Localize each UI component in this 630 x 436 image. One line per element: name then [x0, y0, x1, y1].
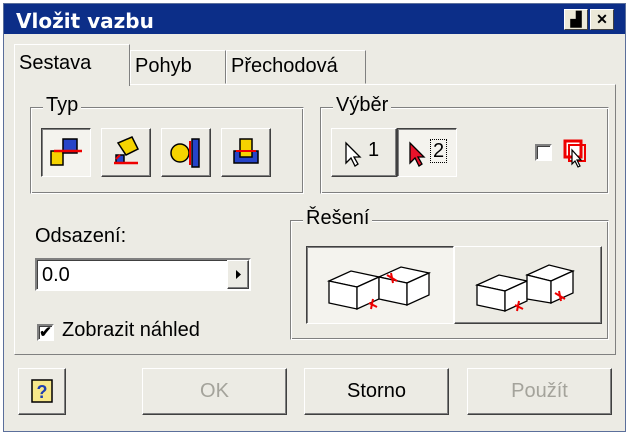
dialog-window: Vložit vazbu ▟ ✕ Sestava Pohyb Přechodov… [3, 3, 626, 432]
select-2-button[interactable]: 2 [397, 128, 457, 177]
odsazeni-arrow-button[interactable] [227, 260, 249, 289]
first-occurrence-icon [563, 139, 586, 168]
vyber-label: Výběr [333, 94, 392, 117]
typ-label: Typ [43, 94, 82, 117]
tangent-button[interactable] [161, 128, 211, 177]
ok-button[interactable]: OK [142, 368, 287, 415]
tab-sestava[interactable]: Sestava [14, 44, 130, 86]
help-button[interactable]: ? [18, 368, 66, 415]
tab-panel: Typ Výběr 1 2 Odsazení: 0.0 ✔ Zobrazit n… [14, 84, 616, 355]
first-occurrence-checkbox[interactable] [535, 144, 552, 161]
mate-button[interactable] [41, 128, 91, 177]
tab-pohyb[interactable]: Pohyb [130, 50, 226, 84]
arrow-right-icon [236, 270, 241, 279]
odsazeni-label: Odsazení: [35, 225, 127, 247]
title-bar[interactable]: Vložit vazbu ▟ ✕ [4, 4, 625, 34]
arrow-pointer-red-icon [409, 141, 426, 167]
select-1-label: 1 [368, 139, 380, 161]
vyber-group: Výběr 1 2 [320, 94, 609, 194]
select-2-label: 2 [430, 139, 448, 163]
reseni-group: Řešení [290, 207, 609, 340]
mate-icon [50, 138, 82, 166]
svg-text:?: ? [37, 382, 48, 402]
solution-flush-button[interactable] [454, 246, 602, 324]
window-title: Vložit vazbu [16, 9, 154, 33]
preview-checkbox[interactable]: ✔ [37, 324, 54, 341]
tangent-icon [170, 138, 200, 168]
solution-mate-button[interactable] [306, 246, 454, 324]
insert-icon [233, 138, 259, 164]
preview-label: Zobrazit náhled [62, 319, 200, 341]
reseni-label: Řešení [303, 207, 373, 230]
mate-solution-icon [326, 266, 432, 311]
close-button[interactable]: ✕ [590, 9, 614, 30]
tab-prechodova[interactable]: Přechodová [226, 50, 366, 84]
cancel-button[interactable]: Storno [304, 368, 449, 415]
typ-group: Typ [30, 94, 304, 194]
angle-button[interactable] [101, 128, 151, 177]
insert-button[interactable] [221, 128, 271, 177]
pin-button[interactable]: ▟ [564, 9, 588, 30]
help-icon: ? [31, 379, 53, 403]
odsazeni-input[interactable]: 0.0 [35, 258, 251, 291]
flush-solution-icon [474, 264, 575, 313]
select-1-button[interactable]: 1 [331, 128, 397, 177]
arrow-pointer-icon [345, 141, 362, 167]
angle-icon [114, 136, 140, 165]
apply-button[interactable]: Použít [467, 368, 612, 415]
